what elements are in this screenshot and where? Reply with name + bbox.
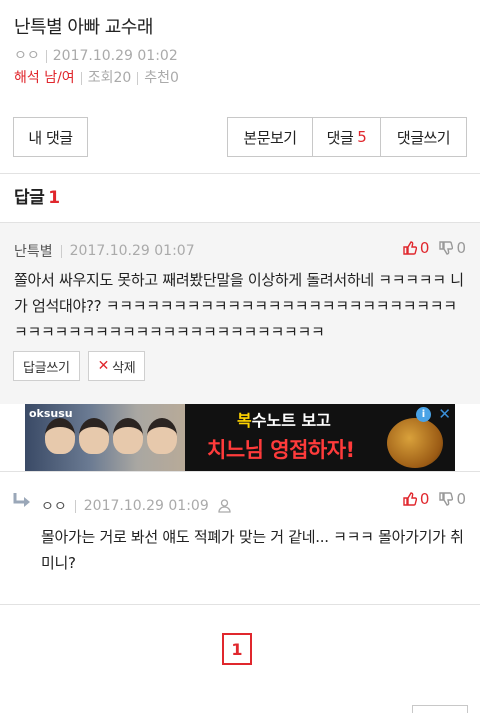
reply-label: 답글 — [14, 188, 45, 208]
divider — [0, 604, 480, 605]
ad-headline-rest: 수노트 보고 — [251, 411, 331, 430]
ad-banner[interactable]: oksusu 복수노트 보고 치느님 영접하자! i ✕ — [25, 404, 455, 471]
comment-meta: ㅇㅇ 2017.10.29 01:09 — [41, 496, 231, 516]
ad-face — [113, 418, 143, 454]
thumbs-down-icon — [439, 241, 454, 255]
my-comments-button[interactable]: 내 댓글 — [13, 117, 88, 157]
comment-meta: 난특별 2017.10.29 01:07 — [14, 241, 195, 261]
comment-date: 2017.10.29 01:07 — [69, 243, 195, 259]
post-title: 난특별 아빠 교수래 — [14, 17, 153, 38]
reply-button[interactable]: 답글쓰기 — [13, 351, 80, 381]
close-icon[interactable]: ✕ — [438, 405, 451, 423]
ad-chicken-image — [387, 418, 443, 468]
ad-people — [45, 418, 181, 454]
comment-author[interactable]: 난특별 — [14, 241, 53, 261]
downvote-button[interactable]: 0 — [439, 490, 466, 508]
write-comment-button[interactable]: 댓글쓰기 — [381, 118, 466, 156]
upvote-button[interactable]: 0 — [403, 490, 430, 508]
comment-item: ㅇㅇ 2017.10.29 01:09 0 0 몰아가는 거로 봐선 얘도 적폐… — [0, 472, 480, 604]
action-bar: 내 댓글 본문보기 댓글 5 댓글쓰기 — [13, 117, 467, 157]
reply-count: 1 — [48, 188, 60, 208]
ad-face — [147, 418, 177, 454]
divider — [0, 173, 480, 174]
comment-author[interactable]: ㅇㅇ — [41, 496, 67, 516]
comment-item: 난특별 2017.10.29 01:07 0 0 쫄아서 싸우지도 못하고 째려… — [0, 223, 480, 404]
action-button-group: 본문보기 댓글 5 댓글쓰기 — [227, 117, 467, 157]
post-meta-2: 해석 남/여 조회20 추천0 — [14, 68, 466, 88]
ad-tagline: 치느님 영접하자! — [207, 438, 355, 462]
meta-divider — [60, 244, 62, 258]
comment-date: 2017.10.29 01:09 — [83, 498, 209, 514]
ad-face — [79, 418, 109, 454]
info-icon[interactable]: i — [416, 407, 431, 422]
thumbs-down-icon — [439, 492, 454, 506]
upvote-count: 0 — [419, 239, 430, 257]
view-post-button[interactable]: 본문보기 — [228, 118, 313, 156]
post-category[interactable]: 해석 남/여 — [14, 68, 75, 88]
post-recommend: 추천0 — [144, 70, 179, 86]
post-views: 조회20 — [87, 70, 132, 86]
meta-divider — [74, 499, 76, 513]
ad-headline: 복수노트 보고 — [237, 407, 331, 431]
comment-text: 몰아가는 거로 봐선 얘도 적폐가 맞는 거 같네... ㅋㅋㅋ 몰아가기가 취… — [41, 528, 464, 572]
thumbs-up-icon — [403, 492, 417, 506]
delete-label: 삭제 — [112, 360, 136, 376]
downvote-count: 0 — [456, 239, 466, 257]
ad-face — [45, 418, 75, 454]
meta-divider — [45, 49, 47, 63]
post-author[interactable]: ㅇㅇ — [14, 46, 40, 66]
pagination-current-page[interactable]: 1 — [222, 633, 252, 665]
reply-arrow-icon — [13, 493, 30, 507]
post-header: 난특별 아빠 교수래 ㅇㅇ 2017.10.29 01:02 해석 남/여 조회… — [0, 0, 480, 100]
user-icon — [218, 499, 231, 513]
post-date: 2017.10.29 01:02 — [52, 48, 178, 64]
comments-button[interactable]: 댓글 5 — [313, 118, 381, 156]
comment-actions: 답글쓰기 ✕ 삭제 — [13, 351, 153, 381]
close-icon: ✕ — [97, 358, 110, 374]
comment-text: 쫄아서 싸우지도 못하고 째려봤단말을 이상하게 돌려서하네 ㅋㅋㅋㅋㅋ 니가 … — [14, 271, 464, 341]
bottom-button[interactable] — [412, 705, 468, 713]
reply-section-heading: 답글 1 — [14, 183, 60, 208]
downvote-button[interactable]: 0 — [439, 239, 466, 257]
downvote-count: 0 — [456, 490, 466, 508]
comment-count: 5 — [357, 128, 367, 146]
ad-image: oksusu — [25, 404, 185, 471]
comment-votes: 0 0 — [393, 490, 466, 508]
post-meta: ㅇㅇ 2017.10.29 01:02 — [14, 46, 466, 66]
upvote-button[interactable]: 0 — [403, 239, 430, 257]
ad-headline-accent: 복 — [237, 411, 252, 430]
comment-votes: 0 0 — [393, 239, 466, 257]
upvote-count: 0 — [419, 490, 430, 508]
meta-divider — [80, 71, 82, 85]
ad-text-area: 복수노트 보고 치느님 영접하자! — [185, 404, 455, 471]
meta-divider — [137, 71, 139, 85]
delete-button[interactable]: ✕ 삭제 — [87, 351, 146, 381]
thumbs-up-icon — [403, 241, 417, 255]
comments-button-label: 댓글 — [326, 128, 354, 147]
